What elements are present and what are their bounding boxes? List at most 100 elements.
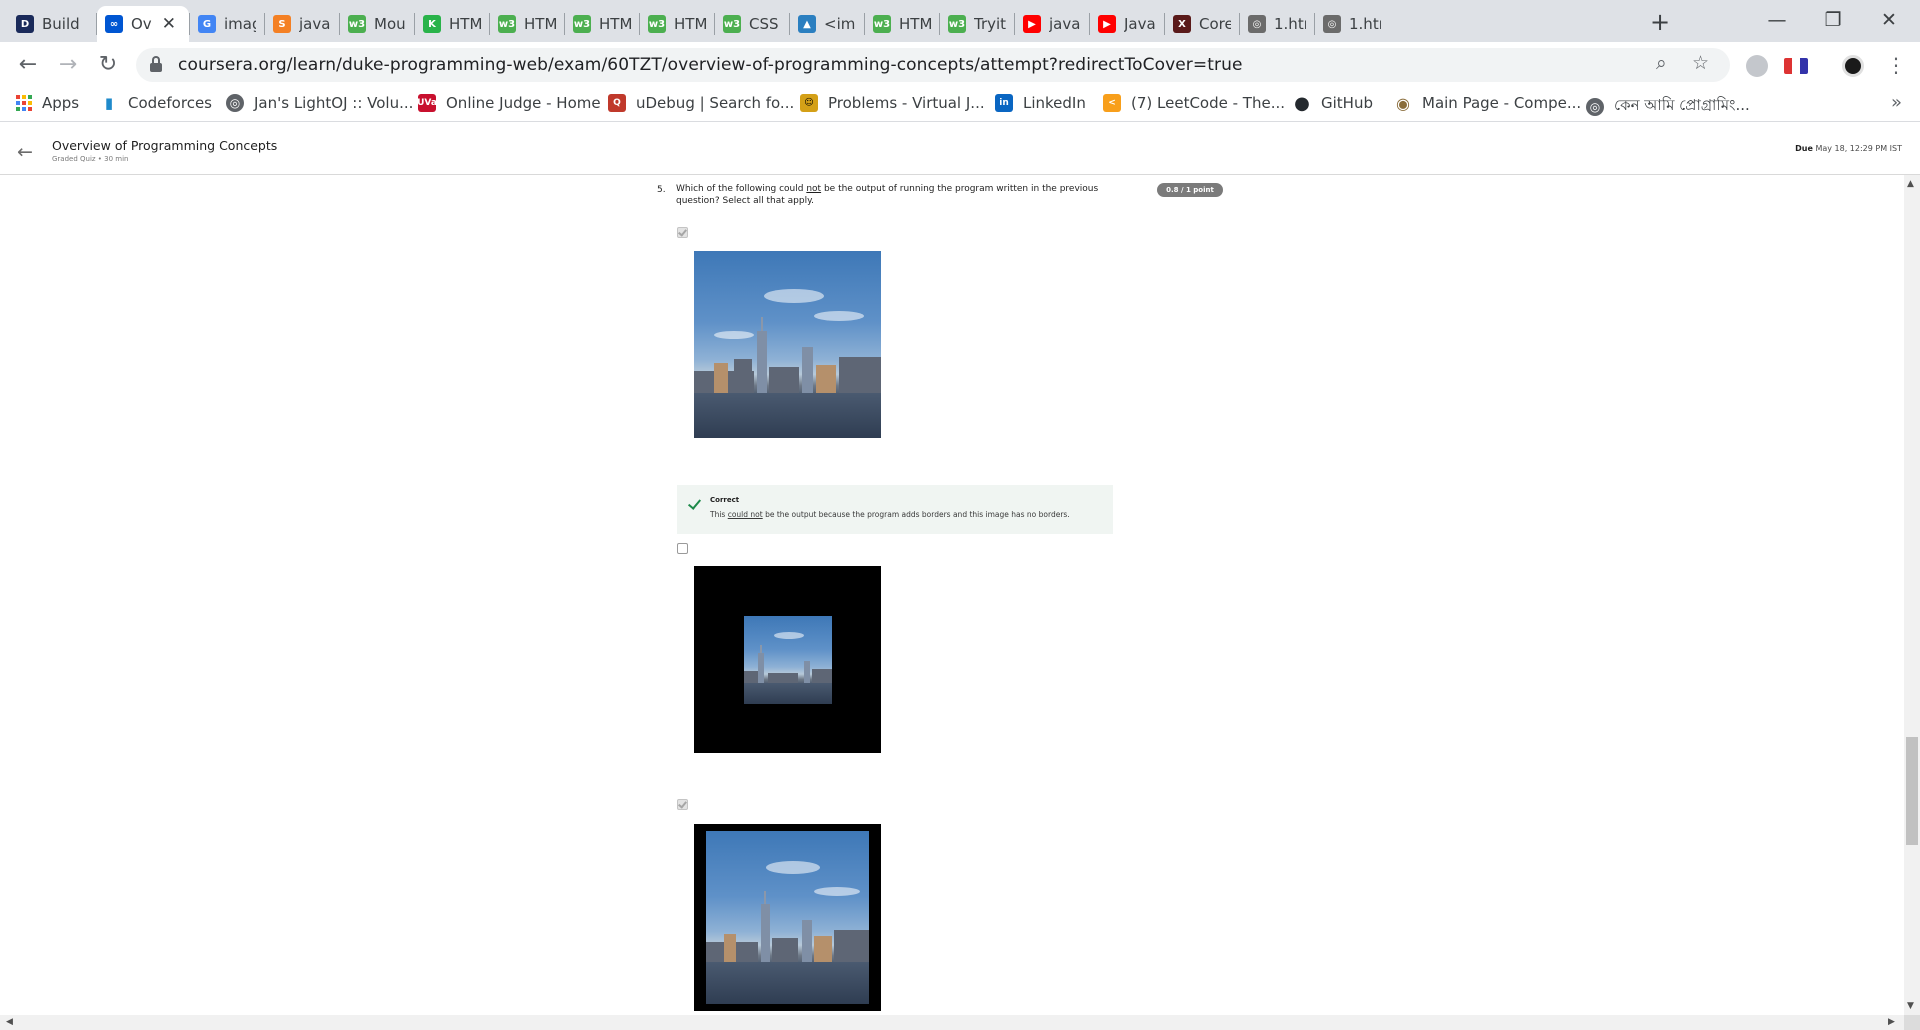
- profile-avatar[interactable]: [1842, 55, 1864, 77]
- water: [706, 962, 869, 1004]
- minimize-icon[interactable]: —: [1749, 2, 1805, 38]
- horizontal-scrollbar[interactable]: ◀ ▶: [0, 1015, 1904, 1030]
- feedback-correct: Correct This could not be the output bec…: [677, 485, 1113, 534]
- question-text-before: Which of the following could: [676, 184, 807, 194]
- browser-tab[interactable]: ▶ JavaSc: [1090, 6, 1164, 42]
- tab-favicon-icon: w3: [573, 15, 591, 33]
- browser-tab[interactable]: ◎ 1.htm: [1315, 6, 1389, 42]
- option-3-checkbox[interactable]: [677, 799, 688, 810]
- back-arrow-icon[interactable]: ←: [17, 141, 33, 163]
- back-icon[interactable]: ←: [12, 49, 44, 81]
- scroll-right-icon[interactable]: ▶: [1888, 1017, 1895, 1027]
- bookmark-item[interactable]: ☺ Problems - Virtual J...: [800, 94, 985, 112]
- feedback-text-before: This: [710, 510, 728, 519]
- bookmark-label: uDebug | Search fo...: [636, 94, 795, 112]
- browser-tab[interactable]: Sjavasc: [265, 6, 339, 42]
- tab-label: HTML: [599, 15, 631, 33]
- bookmark-item[interactable]: < (7) LeetCode - The...: [1103, 94, 1285, 112]
- new-tab-button[interactable]: +: [1650, 8, 1670, 36]
- globe-icon: ◎: [1586, 97, 1604, 116]
- scrollbar-thumb[interactable]: [1906, 737, 1918, 845]
- browser-tab[interactable]: w3 HTML: [565, 6, 639, 42]
- bookmark-item[interactable]: UVa Online Judge - Home: [417, 94, 601, 112]
- tab-label: CSS S: [749, 15, 781, 33]
- scroll-down-icon[interactable]: ▼: [1907, 1001, 1914, 1011]
- owl-icon: ◉: [1396, 93, 1410, 113]
- browser-tab[interactable]: w3 Tryit E: [940, 6, 1014, 42]
- extension-icon[interactable]: [1746, 55, 1768, 77]
- tab-label: <imag: [824, 15, 856, 33]
- reload-icon[interactable]: ↻: [92, 49, 124, 81]
- course-header: ← Overview of Programming Concepts Grade…: [0, 130, 1920, 175]
- option-1-image: [694, 251, 881, 438]
- option-1-checkbox[interactable]: [677, 227, 688, 238]
- scroll-up-icon[interactable]: ▲: [1907, 179, 1914, 189]
- browser-tab[interactable]: w3 HTML: [490, 6, 564, 42]
- tab-label: Tryit E: [974, 15, 1006, 33]
- tab-favicon-icon: S: [273, 15, 291, 33]
- feedback-title: Correct: [710, 496, 740, 504]
- vertical-scrollbar[interactable]: ▲ ▼: [1904, 175, 1920, 1015]
- browser-tab[interactable]: w3 CSS S: [715, 6, 789, 42]
- browser-tab[interactable]: ▲ <imag: [790, 6, 864, 42]
- bookmark-label: Problems - Virtual J...: [828, 94, 985, 112]
- bookmark-label: Codeforces: [128, 94, 212, 112]
- flag-extension-icon[interactable]: [1784, 58, 1808, 74]
- tab-favicon-icon: w3: [873, 15, 891, 33]
- due-label: Due: [1795, 144, 1813, 153]
- lock-icon: [150, 56, 162, 72]
- bookmark-item[interactable]: QuDebug | Search fo...: [608, 94, 794, 112]
- option-2-checkbox[interactable]: [677, 543, 688, 554]
- browser-tab[interactable]: ∞ Ov ✕: [97, 6, 189, 42]
- points-badge: 0.8 / 1 point: [1157, 183, 1223, 197]
- tab-label: 1.htm: [1349, 15, 1381, 33]
- scroll-left-icon[interactable]: ◀: [6, 1017, 13, 1027]
- browser-tab[interactable]: D Build: [8, 6, 96, 42]
- url-text[interactable]: coursera.org/learn/duke-programming-web/…: [178, 55, 1243, 75]
- browser-tab[interactable]: ▶ javasc: [1015, 6, 1089, 42]
- browser-tab[interactable]: X Core:: [1165, 6, 1239, 42]
- tab-close-icon[interactable]: ✕: [162, 14, 176, 34]
- bookmark-item[interactable]: Apps: [16, 94, 79, 112]
- page-title: Overview of Programming Concepts: [52, 138, 278, 153]
- smiley-icon: ☺: [800, 94, 818, 112]
- tab-favicon-icon: w3: [723, 15, 741, 33]
- bookmarks-overflow-icon[interactable]: »: [1891, 92, 1902, 113]
- bookmark-label: (7) LeetCode - The...: [1131, 94, 1285, 112]
- browser-tab[interactable]: Gimage: [190, 6, 264, 42]
- bookmark-item[interactable]: ▮ Codeforces: [100, 94, 212, 112]
- browser-tab[interactable]: w3 Mous: [340, 6, 414, 42]
- bookmark-label: Online Judge - Home: [446, 94, 601, 112]
- bookmark-item[interactable]: ◎ কেন আমি প্রোগ্রামিং...: [1586, 94, 1750, 119]
- tab-favicon-icon: ◎: [1248, 15, 1266, 33]
- tab-favicon-icon: w3: [948, 15, 966, 33]
- github-icon: ●: [1294, 92, 1310, 114]
- due-date: Due May 18, 12:29 PM IST: [1795, 144, 1902, 153]
- tab-label: Mous: [374, 15, 406, 33]
- check-icon: [678, 799, 687, 809]
- menu-kebab-icon[interactable]: ⋮: [1880, 49, 1912, 81]
- restore-icon[interactable]: ❐: [1805, 2, 1861, 38]
- uva-icon: UVa: [417, 94, 437, 112]
- tab-strip: DBuild∞Ov✕GimageSjavascw3MousKHTMLw3HTML…: [0, 0, 1920, 42]
- tab-label: JavaSc: [1124, 15, 1156, 33]
- zoom-icon[interactable]: ⌕: [1656, 52, 1667, 74]
- bookmark-item[interactable]: in LinkedIn: [995, 94, 1086, 112]
- due-value: May 18, 12:29 PM IST: [1815, 144, 1902, 153]
- bookmark-item[interactable]: ◉ Main Page - Compe...: [1394, 93, 1581, 113]
- tab-label: Ov: [131, 15, 152, 33]
- page-subtitle: Graded Quiz • 30 min: [52, 155, 129, 163]
- bookmark-star-icon[interactable]: ☆: [1692, 52, 1709, 74]
- address-bar[interactable]: coursera.org/learn/duke-programming-web/…: [136, 48, 1730, 82]
- tab-favicon-icon: ◎: [1323, 15, 1341, 33]
- forward-icon[interactable]: →: [52, 49, 84, 81]
- bookmark-item[interactable]: ◎ Jan's LightOJ :: Volu...: [226, 94, 413, 112]
- feedback-text-after: be the output because the program adds b…: [762, 510, 1070, 519]
- bookmark-item[interactable]: ● GitHub: [1293, 92, 1373, 114]
- browser-tab[interactable]: w3 HTML: [640, 6, 714, 42]
- browser-tab[interactable]: K HTML: [415, 6, 489, 42]
- browser-tab[interactable]: w3 HTML: [865, 6, 939, 42]
- skyline-image: [694, 251, 881, 438]
- browser-tab[interactable]: ◎ 1.htm: [1240, 6, 1314, 42]
- close-window-icon[interactable]: ✕: [1861, 2, 1917, 38]
